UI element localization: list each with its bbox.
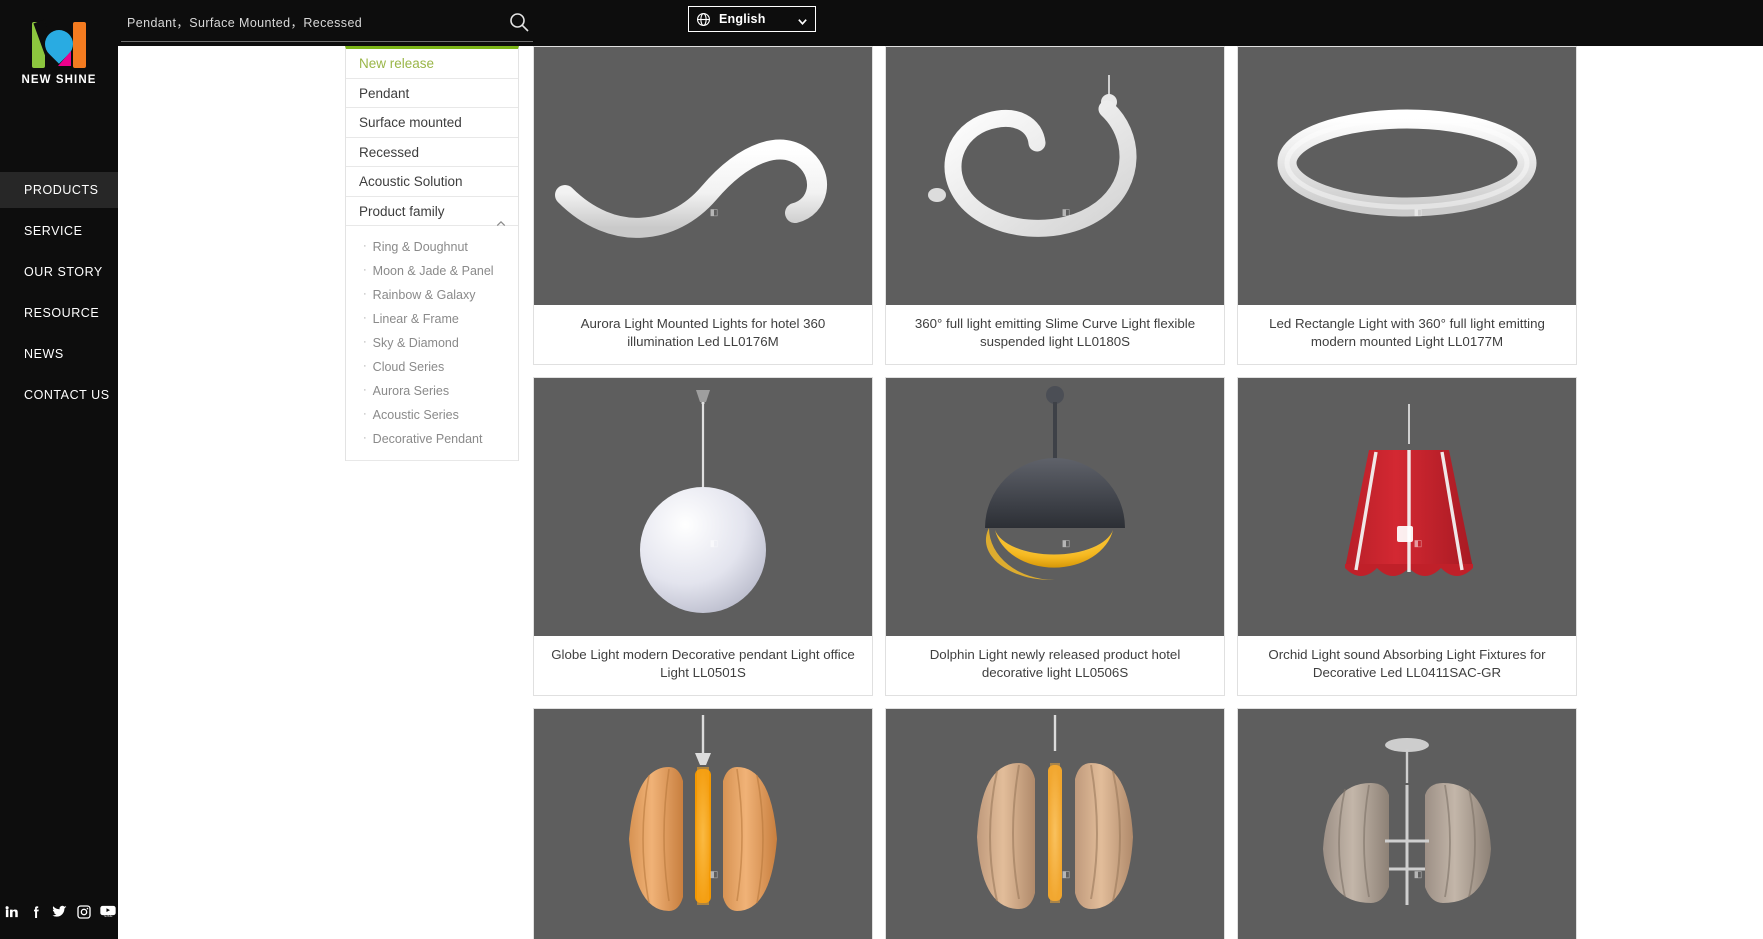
- product-grid: ◧Aurora Light Mounted Lights for hotel 3…: [533, 46, 1578, 939]
- facebook-icon[interactable]: [26, 902, 45, 921]
- category-label: Recessed: [359, 145, 419, 160]
- social-links: YouTube: [0, 902, 118, 921]
- family-label: Acoustic Series: [373, 408, 459, 422]
- bullet-icon: ·: [363, 258, 367, 282]
- product-row: ◧ ◧: [533, 708, 1578, 939]
- family-label: Rainbow & Galaxy: [373, 288, 476, 302]
- language-selector[interactable]: English: [688, 6, 816, 32]
- bullet-icon: ·: [363, 426, 367, 450]
- product-card[interactable]: ◧Globe Light modern Decorative pendant L…: [533, 377, 873, 696]
- chevron-down-icon: [797, 14, 808, 25]
- family-label: Linear & Frame: [373, 312, 459, 326]
- sidebar-nav: PRODUCTS SERVICE OUR STORY RESOURCE NEWS CONT…: [0, 172, 118, 418]
- product-caption: Aurora Light Mounted Lights for hotel 36…: [534, 305, 872, 364]
- bullet-icon: ·: [363, 330, 367, 354]
- linkedin-icon[interactable]: [2, 902, 21, 921]
- category-item-pendant[interactable]: Pendant: [346, 79, 518, 109]
- product-row: ◧Aurora Light Mounted Lights for hotel 3…: [533, 46, 1578, 365]
- family-label: Sky & Diamond: [373, 336, 459, 350]
- product-image[interactable]: ◧: [886, 709, 1224, 939]
- category-label: Product family: [359, 204, 445, 219]
- category-label: Surface mounted: [359, 115, 462, 130]
- youtube-icon[interactable]: YouTube: [98, 902, 117, 921]
- search-bar: [121, 6, 533, 42]
- chevron-up-icon[interactable]: [496, 208, 506, 215]
- family-item-moon-jade-panel[interactable]: · Moon & Jade & Panel: [346, 258, 518, 282]
- category-item-acoustic-solution[interactable]: Acoustic Solution: [346, 167, 518, 197]
- family-item-sky-diamond[interactable]: · Sky & Diamond: [346, 330, 518, 354]
- main-content: New release Pendant Surface mounted Recesse…: [118, 46, 1763, 939]
- product-image[interactable]: ◧: [534, 709, 872, 939]
- sidebar-item-service[interactable]: SERVICE: [0, 213, 118, 249]
- product-card[interactable]: ◧Led Rectangle Light with 360° full ligh…: [1237, 46, 1577, 365]
- family-label: Ring & Doughnut: [373, 240, 468, 254]
- language-label: English: [719, 12, 797, 26]
- product-caption: 360° full light emitting Slime Curve Lig…: [886, 305, 1224, 364]
- search-icon[interactable]: [507, 10, 531, 34]
- category-label: Pendant: [359, 86, 409, 101]
- family-item-rainbow-galaxy[interactable]: · Rainbow & Galaxy: [346, 282, 518, 306]
- bullet-icon: ·: [363, 234, 367, 258]
- family-label: Decorative Pendant: [373, 432, 483, 446]
- product-card[interactable]: ◧: [885, 708, 1225, 939]
- product-image[interactable]: ◧: [534, 47, 872, 305]
- family-item-ring-doughnut[interactable]: · Ring & Doughnut: [346, 234, 518, 258]
- family-item-aurora-series[interactable]: · Aurora Series: [346, 378, 518, 402]
- family-item-decorative-pendant[interactable]: · Decorative Pendant: [346, 426, 518, 450]
- category-item-surface-mounted[interactable]: Surface mounted: [346, 108, 518, 138]
- bullet-icon: ·: [363, 354, 367, 378]
- bullet-icon: ·: [363, 378, 367, 402]
- product-image[interactable]: ◧: [1238, 709, 1576, 939]
- category-label: Acoustic Solution: [359, 174, 463, 189]
- family-label: Aurora Series: [373, 384, 449, 398]
- instagram-icon[interactable]: [74, 902, 93, 921]
- product-card[interactable]: ◧: [1237, 708, 1577, 939]
- category-item-recessed[interactable]: Recessed: [346, 138, 518, 168]
- product-card[interactable]: ◧360° full light emitting Slime Curve Li…: [885, 46, 1225, 365]
- product-image[interactable]: ◧: [886, 378, 1224, 636]
- sidebar-item-news[interactable]: NEWS: [0, 336, 118, 372]
- category-label: New release: [359, 56, 434, 71]
- product-image[interactable]: ◧: [534, 378, 872, 636]
- brand-logo[interactable]: NEW SHINE: [0, 22, 118, 86]
- twitter-icon[interactable]: [50, 902, 69, 921]
- product-card[interactable]: ◧: [533, 708, 873, 939]
- bullet-icon: ·: [363, 282, 367, 306]
- sidebar-item-our-story[interactable]: OUR STORY: [0, 254, 118, 290]
- product-image[interactable]: ◧: [886, 47, 1224, 305]
- family-label: Cloud Series: [373, 360, 445, 374]
- product-card[interactable]: ◧Orchid Light sound Absorbing Light Fixt…: [1237, 377, 1577, 696]
- product-card[interactable]: ◧Dolphin Light newly released product ho…: [885, 377, 1225, 696]
- sidebar: NEW SHINE PRODUCTS SERVICE OUR STORY RESOUR…: [0, 0, 118, 939]
- product-image[interactable]: ◧: [1238, 47, 1576, 305]
- sidebar-item-products[interactable]: PRODUCTS: [0, 172, 118, 208]
- product-image[interactable]: ◧: [1238, 378, 1576, 636]
- product-row: ◧Globe Light modern Decorative pendant L…: [533, 377, 1578, 696]
- family-item-acoustic-series[interactable]: · Acoustic Series: [346, 402, 518, 426]
- bullet-icon: ·: [363, 402, 367, 426]
- search-input[interactable]: [127, 6, 497, 39]
- product-caption: Globe Light modern Decorative pendant Li…: [534, 636, 872, 695]
- family-item-linear-frame[interactable]: · Linear & Frame: [346, 306, 518, 330]
- category-item-new-release[interactable]: New release: [346, 49, 518, 79]
- svg-text:YouTube: YouTube: [103, 916, 113, 918]
- bullet-icon: ·: [363, 306, 367, 330]
- brand-name: NEW SHINE: [0, 74, 118, 86]
- product-card[interactable]: ◧Aurora Light Mounted Lights for hotel 3…: [533, 46, 873, 365]
- logo-mark-icon: [28, 22, 90, 68]
- category-menu: New release Pendant Surface mounted Recesse…: [345, 46, 519, 461]
- family-item-cloud-series[interactable]: · Cloud Series: [346, 354, 518, 378]
- product-caption: Orchid Light sound Absorbing Light Fixtu…: [1238, 636, 1576, 695]
- globe-icon: [696, 12, 711, 27]
- product-caption: Led Rectangle Light with 360° full light…: [1238, 305, 1576, 364]
- product-caption: Dolphin Light newly released product hot…: [886, 636, 1224, 695]
- category-item-product-family[interactable]: Product family: [346, 197, 518, 227]
- top-bar: English: [118, 0, 1763, 46]
- sidebar-item-resource[interactable]: RESOURCE: [0, 295, 118, 331]
- sidebar-item-contact-us[interactable]: CONTACT US: [0, 377, 118, 413]
- family-label: Moon & Jade & Panel: [373, 264, 494, 278]
- product-family-sublist: · Ring & Doughnut · Moon & Jade & Panel · Rai…: [346, 226, 518, 461]
